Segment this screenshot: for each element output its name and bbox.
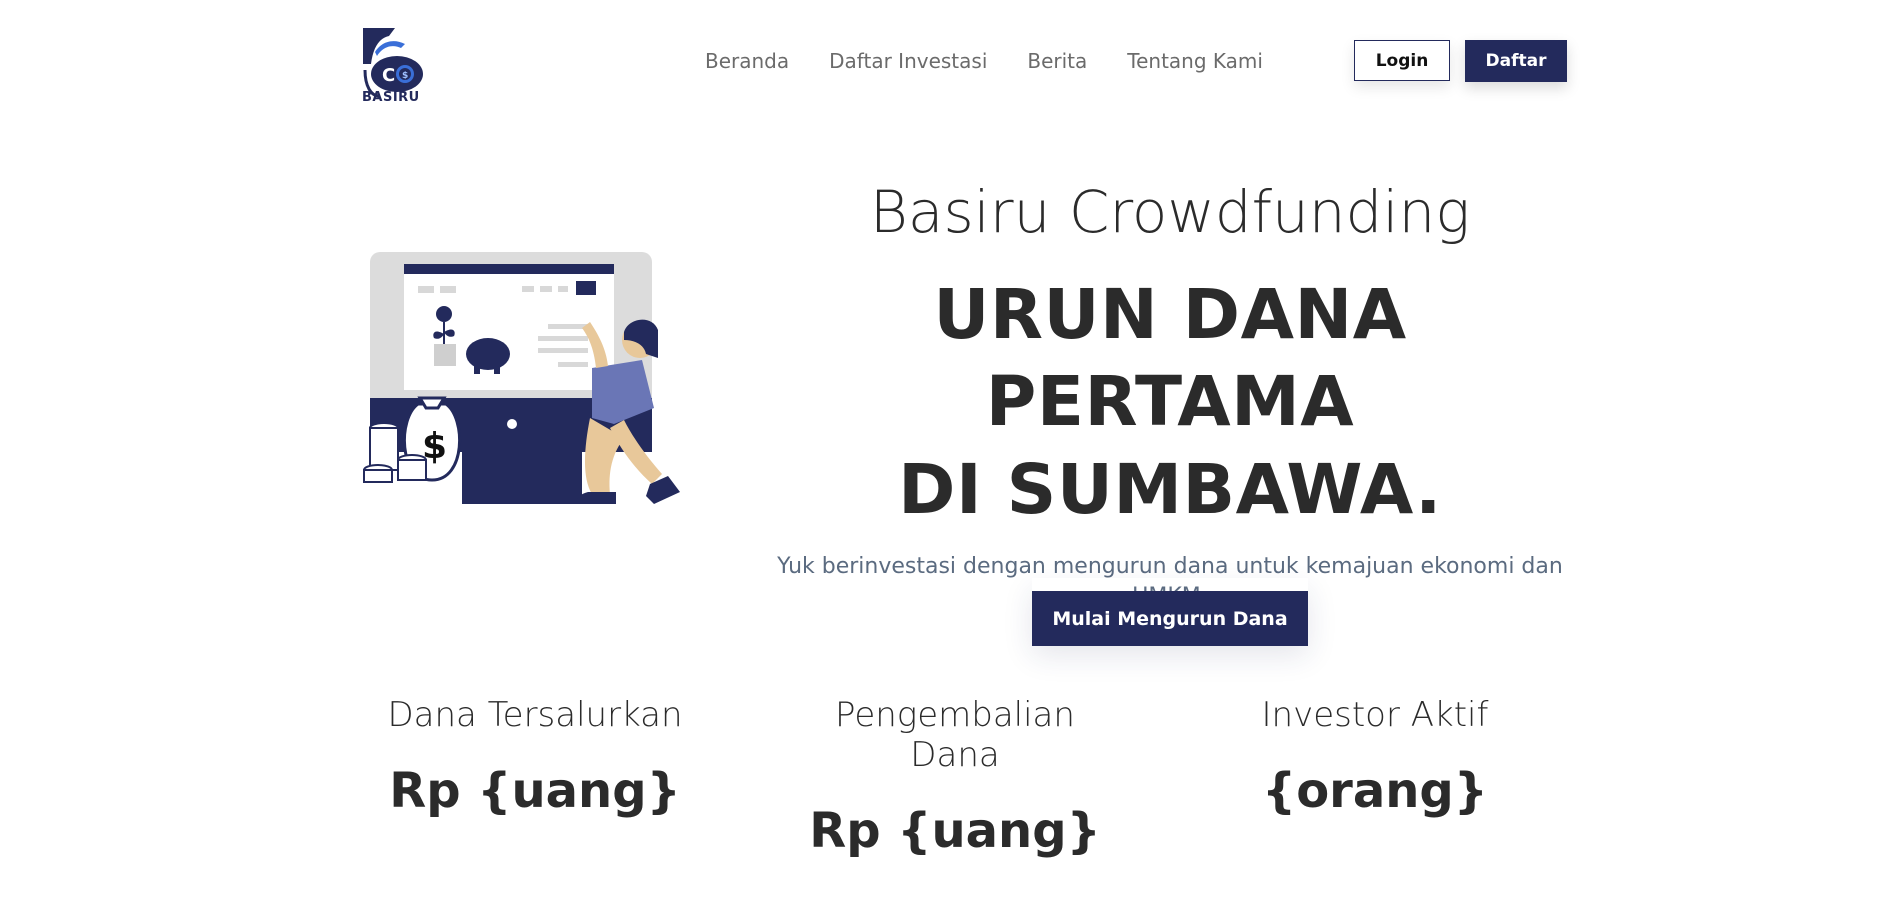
nav-item-beranda[interactable]: Beranda (705, 49, 789, 73)
nav-item-daftar-investasi[interactable]: Daftar Investasi (829, 49, 987, 73)
hero-brand-title: Basiru Crowdfunding (869, 178, 1471, 246)
nav-item-tentang-kami[interactable]: Tentang Kami (1127, 49, 1263, 73)
brand-name: BASIRU (362, 90, 420, 105)
stat-value: Rp {uang} (809, 803, 1101, 859)
login-button[interactable]: Login (1354, 40, 1450, 81)
stat-label: Pengembalian Dana (835, 695, 1075, 775)
stat-label: Investor Aktif (1261, 695, 1489, 735)
stat-pengembalian-dana: Pengembalian Dana Rp {uang} (785, 695, 1125, 859)
nav-item-berita[interactable]: Berita (1027, 49, 1087, 73)
stat-investor-aktif: Investor Aktif {orang} (1205, 695, 1545, 819)
hero-text: Basiru Crowdfunding URUN DANA PERTAMA DI… (760, 178, 1580, 612)
svg-text:C: C (382, 65, 395, 86)
svg-text:$: $ (402, 71, 408, 81)
hero-headline-line1: URUN DANA PERTAMA (933, 274, 1407, 443)
stat-value: Rp {uang} (389, 763, 681, 819)
stat-dana-tersalurkan: Dana Tersalurkan Rp {uang} (365, 695, 705, 819)
start-funding-button[interactable]: Mulai Mengurun Dana (1032, 591, 1308, 646)
main-nav: Beranda Daftar Investasi Berita Tentang … (705, 49, 1263, 73)
investment-illustration-icon: $ (363, 252, 680, 504)
landing-page: C $ BASIRU Beranda Daftar Investasi Beri… (0, 0, 1895, 922)
register-button[interactable]: Daftar (1465, 40, 1567, 82)
stat-value: {orang} (1262, 763, 1488, 819)
hero-headline: URUN DANA PERTAMA DI SUMBAWA. (760, 272, 1580, 535)
stat-label: Dana Tersalurkan (387, 695, 683, 735)
hero-headline-line2: DI SUMBAWA. (898, 449, 1442, 530)
